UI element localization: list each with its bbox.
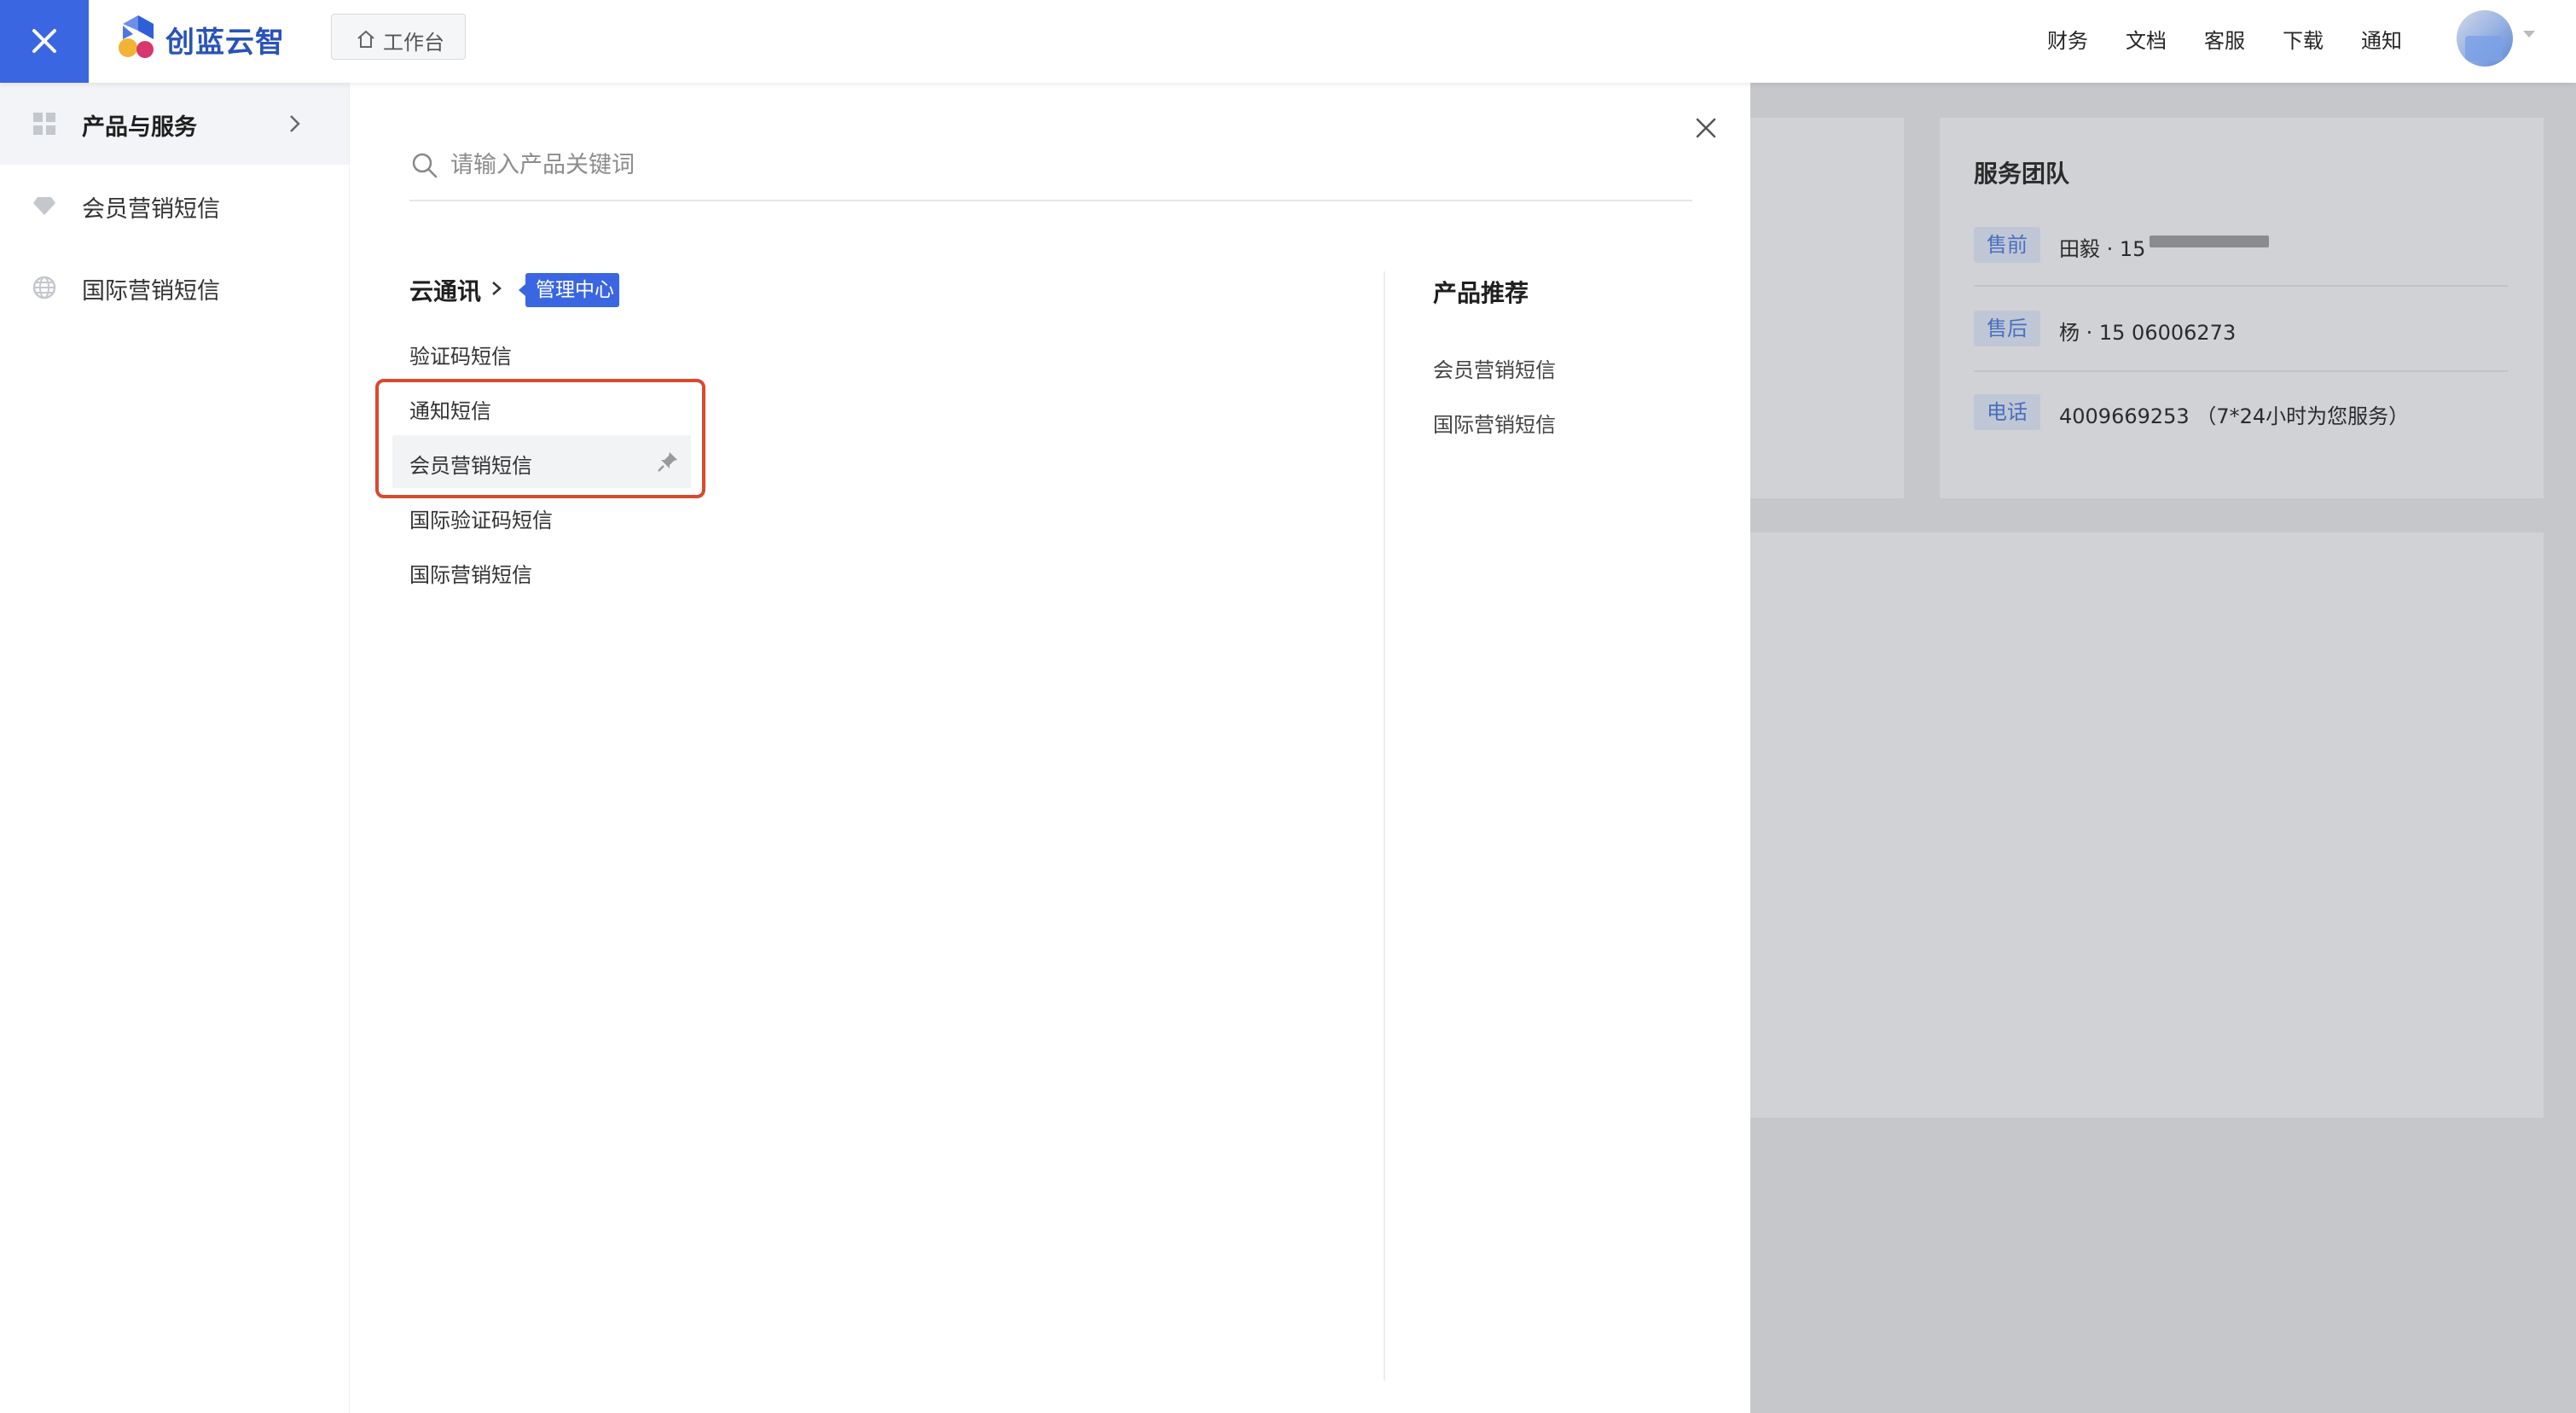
caret-down-icon[interactable] — [2523, 31, 2535, 38]
divider — [1974, 285, 2508, 287]
top-bar: 创蓝云智 工作台 财务 文档 客服 下载 通知 — [0, 0, 2576, 83]
product-link-verification-sms[interactable]: 验证码短信 — [409, 340, 512, 369]
product-link-intl-marketing-sms[interactable]: 国际营销短信 — [409, 558, 532, 588]
chevron-right-icon — [492, 282, 502, 295]
phone-tag: 电话 — [1974, 394, 2040, 430]
service-phone: 4009669253 （7*24小时为您服务） — [2059, 404, 2410, 428]
nav-docs[interactable]: 文档 — [2126, 24, 2167, 54]
recommend-title: 产品推荐 — [1433, 279, 1529, 307]
aftersale-tag: 售后 — [1974, 311, 2040, 346]
category-title[interactable]: 云通讯 — [409, 273, 481, 307]
close-icon — [32, 29, 56, 53]
close-panel-icon[interactable] — [1692, 114, 1720, 142]
brand-name: 创蓝云智 — [165, 26, 285, 60]
sidebar-item-intl-sms[interactable]: 国际营销短信 — [0, 247, 349, 329]
presale-contact: 田毅 · 15 — [2059, 237, 2146, 261]
nav-support[interactable]: 客服 — [2204, 24, 2245, 54]
nav-finance[interactable]: 财务 — [2047, 24, 2088, 54]
recommend-link-member-sms[interactable]: 会员营销短信 — [1433, 353, 1556, 383]
service-team-title: 服务团队 — [1974, 160, 2070, 188]
dashboard-card-left — [1750, 118, 1904, 498]
highlight-annotation-box — [375, 379, 705, 498]
nav-download[interactable]: 下载 — [2283, 24, 2324, 54]
sidebar-item-label: 会员营销短信 — [82, 196, 220, 223]
management-center-badge[interactable]: 管理中心 — [519, 273, 619, 307]
workbench-label: 工作台 — [383, 31, 444, 55]
aftersale-contact: 杨 · 15 06006273 — [2059, 321, 2237, 345]
sidebar-item-label: 产品与服务 — [82, 114, 197, 141]
sidebar: 产品与服务 会员营销短信 国际营销短信 — [0, 83, 350, 1413]
avatar[interactable] — [2457, 10, 2513, 67]
recommend-link-intl-sms[interactable]: 国际营销短信 — [1433, 408, 1556, 438]
globe-icon — [32, 276, 56, 299]
workbench-button[interactable]: 工作台 — [331, 14, 466, 60]
column-divider — [1384, 271, 1385, 1381]
presale-tag: 售前 — [1974, 227, 2040, 263]
redaction-mark — [2150, 236, 2269, 247]
sidebar-item-member-sms[interactable]: 会员营销短信 — [0, 165, 349, 247]
chevron-right-icon — [290, 115, 300, 132]
sidebar-item-products[interactable]: 产品与服务 — [0, 83, 349, 165]
product-link-intl-verification-sms[interactable]: 国际验证码短信 — [409, 503, 553, 533]
close-menu-button[interactable] — [0, 0, 89, 83]
search-underline — [409, 200, 1692, 201]
search-icon — [412, 153, 438, 178]
diamond-icon — [33, 197, 55, 215]
product-search-input[interactable] — [450, 143, 1687, 186]
dashboard-card-bottom — [1750, 532, 2544, 1118]
divider — [1974, 370, 2508, 372]
grid-icon — [33, 113, 55, 135]
nav-notifications[interactable]: 通知 — [2361, 24, 2402, 54]
home-icon — [357, 30, 374, 48]
logo-icon — [119, 15, 154, 58]
sidebar-item-label: 国际营销短信 — [82, 278, 220, 305]
